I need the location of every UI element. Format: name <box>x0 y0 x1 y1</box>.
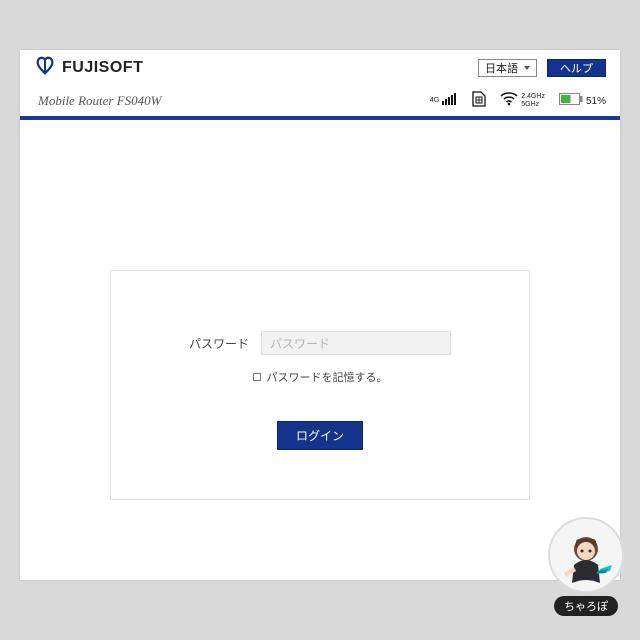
battery-percent: 51% <box>586 96 606 107</box>
password-input[interactable]: パスワード <box>261 331 451 355</box>
app-window: FUJISOFT 日本語 ヘルプ Mobile Router FS040W 4G <box>20 50 620 580</box>
cellular-status: 4G <box>430 92 458 110</box>
status-indicators: 4G <box>430 91 606 112</box>
brand-logo-icon <box>34 55 56 82</box>
wifi-band-labels: 2.4GHz 5GHz <box>521 93 545 109</box>
remember-checkbox[interactable] <box>253 373 261 381</box>
language-selected-label: 日本語 <box>485 60 518 76</box>
remember-label: パスワードを記憶する。 <box>267 369 388 385</box>
password-row: パスワード パスワード <box>151 331 489 355</box>
page-subtitle: Mobile Router FS040W <box>38 93 161 109</box>
chevron-down-icon <box>524 66 530 70</box>
sim-card-icon <box>472 91 486 112</box>
avatar-icon <box>548 517 624 593</box>
help-button[interactable]: ヘルプ <box>547 59 606 77</box>
wifi-status: 2.4GHz 5GHz <box>500 92 545 111</box>
watermark-badge: ちゃろぽ <box>548 517 624 616</box>
watermark-name: ちゃろぽ <box>554 596 618 616</box>
header-divider <box>20 116 620 120</box>
top-bar: FUJISOFT 日本語 ヘルプ <box>20 50 620 86</box>
login-panel: パスワード パスワード パスワードを記憶する。 ログイン <box>110 270 530 500</box>
language-select[interactable]: 日本語 <box>478 59 537 77</box>
top-right-controls: 日本語 ヘルプ <box>478 59 606 77</box>
brand: FUJISOFT <box>34 55 143 82</box>
remember-row: パスワードを記憶する。 <box>151 369 489 385</box>
cellular-label: 4G <box>430 97 439 105</box>
battery-status: 51% <box>559 92 606 110</box>
brand-name: FUJISOFT <box>62 59 143 77</box>
battery-icon <box>559 92 583 110</box>
login-button[interactable]: ログイン <box>277 421 363 450</box>
signal-bars-icon <box>442 92 458 110</box>
password-label: パスワード <box>189 335 249 352</box>
wifi-icon <box>500 92 518 111</box>
sub-bar: Mobile Router FS040W 4G <box>20 86 620 116</box>
